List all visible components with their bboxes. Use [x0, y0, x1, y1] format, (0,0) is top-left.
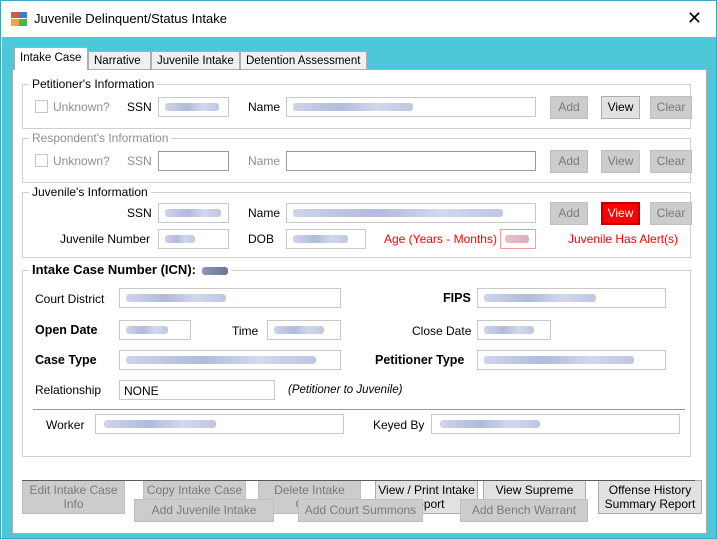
case-type-field [119, 350, 341, 370]
juvenile-alert-text: Juvenile Has Alert(s) [568, 232, 679, 246]
add-bench-warrant-button[interactable]: Add Bench Warrant [460, 499, 588, 522]
offense-history-summary-report-button[interactable]: Offense History Summary Report [598, 480, 702, 514]
respondent-unknown-checkbox[interactable] [35, 154, 48, 167]
app-icon [11, 12, 27, 26]
relationship-value: NONE [124, 384, 159, 398]
juvenile-number-field[interactable] [158, 229, 229, 249]
close-icon[interactable]: ✕ [687, 8, 702, 28]
respondent-view-button[interactable]: View [601, 150, 640, 173]
juvenile-number-label: Juvenile Number [60, 232, 151, 246]
open-date-field [119, 320, 191, 340]
petitioner-add-button[interactable]: Add [550, 96, 588, 119]
close-date-field [477, 320, 551, 340]
tab-intake-case[interactable]: Intake Case [14, 47, 88, 70]
juvenile-view-button[interactable]: View [601, 202, 640, 225]
worker-field [95, 414, 344, 434]
court-district-field [119, 288, 341, 308]
juvenile-dob-field[interactable] [286, 229, 366, 249]
petitioner-name-label: Name [248, 100, 281, 114]
relationship-field: NONE [119, 380, 275, 400]
petitioner-view-button[interactable]: View [601, 96, 640, 119]
title-bar: Juvenile Delinquent/Status Intake ✕ [1, 1, 716, 37]
juvenile-age-field [500, 229, 536, 249]
petitioner-clear-button[interactable]: Clear [650, 96, 692, 119]
case-type-label: Case Type [35, 353, 97, 367]
petitioner-ssn-label: SSN [127, 100, 152, 114]
add-court-summons-button[interactable]: Add Court Summons [298, 499, 423, 522]
juvenile-dob-label: DOB [248, 232, 275, 246]
edit-intake-case-button[interactable]: Edit Intake Case Info [22, 480, 125, 514]
juvenile-clear-button[interactable]: Clear [650, 202, 692, 225]
fips-label: FIPS [443, 291, 471, 305]
intake-separator [33, 409, 685, 410]
window-title: Juvenile Delinquent/Status Intake [34, 11, 227, 26]
juvenile-group-title: Juvenile's Information [29, 185, 151, 199]
intake-window: Juvenile Delinquent/Status Intake ✕ Inta… [0, 0, 717, 539]
respondent-unknown-label: Unknown? [53, 154, 110, 168]
bottom-separator [22, 480, 695, 481]
juvenile-age-label: Age (Years - Months) [384, 232, 497, 246]
tab-juvenile-intake[interactable]: Juvenile Intake [151, 51, 240, 70]
keyed-by-label: Keyed By [373, 418, 425, 432]
tab-detention-assessment[interactable]: Detention Assessment [240, 51, 367, 70]
respondent-ssn-label: SSN [127, 154, 152, 168]
respondent-ssn-field[interactable] [158, 151, 229, 171]
intake-case-panel: Petitioner's Information Unknown? SSN Na… [12, 69, 707, 534]
petitioner-unknown-label: Unknown? [53, 100, 110, 114]
icn-label: Intake Case Number (ICN): [29, 262, 231, 277]
juvenile-name-field[interactable] [286, 203, 536, 223]
juvenile-ssn-label: SSN [127, 206, 152, 220]
fips-field [477, 288, 666, 308]
relationship-note: (Petitioner to Juvenile) [288, 384, 403, 396]
petitioner-name-field[interactable] [286, 97, 536, 117]
respondent-add-button[interactable]: Add [550, 150, 588, 173]
keyed-by-field [431, 414, 680, 434]
relationship-label: Relationship [35, 383, 102, 397]
petitioner-unknown-checkbox[interactable] [35, 100, 48, 113]
juvenile-ssn-field[interactable] [158, 203, 229, 223]
petitioner-ssn-field[interactable] [158, 97, 229, 117]
petitioner-group-title: Petitioner's Information [29, 77, 158, 91]
petitioner-type-field [477, 350, 666, 370]
time-label: Time [232, 324, 259, 338]
petitioner-type-label: Petitioner Type [375, 353, 465, 367]
add-juvenile-intake-button[interactable]: Add Juvenile Intake [134, 499, 274, 522]
worker-label: Worker [46, 418, 85, 432]
window-client-area: Intake Case Narrative Juvenile Intake De… [2, 37, 716, 538]
close-date-label: Close Date [412, 324, 472, 338]
respondent-group-title: Respondent's Information [29, 131, 172, 145]
open-date-label: Open Date [35, 323, 98, 337]
tab-narrative[interactable]: Narrative [88, 51, 151, 70]
respondent-name-field[interactable] [286, 151, 536, 171]
time-field [267, 320, 341, 340]
juvenile-name-label: Name [248, 206, 281, 220]
respondent-clear-button[interactable]: Clear [650, 150, 692, 173]
respondent-name-label: Name [248, 154, 281, 168]
court-district-label: Court District [35, 292, 105, 306]
juvenile-add-button[interactable]: Add [550, 202, 588, 225]
